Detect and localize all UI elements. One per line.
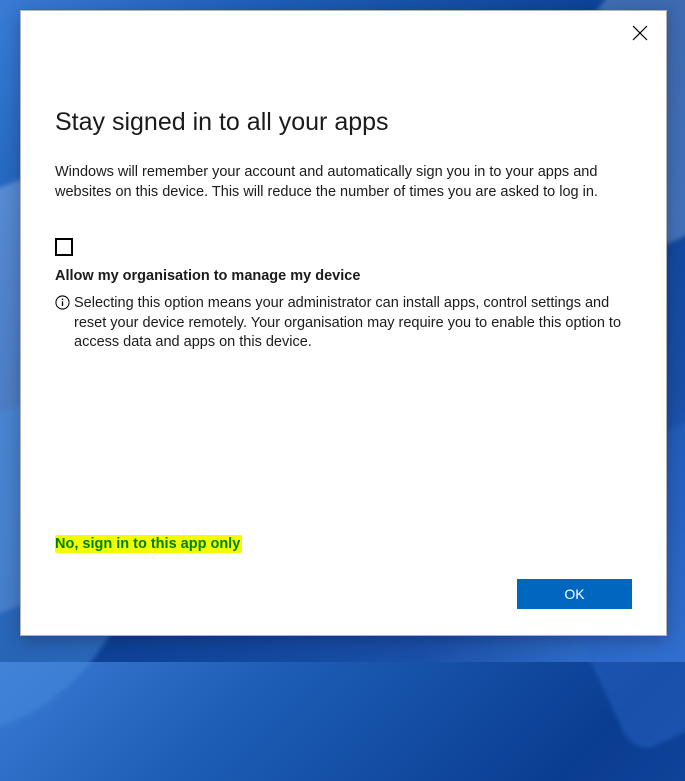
dialog-title: Stay signed in to all your apps: [55, 107, 632, 137]
info-text: Selecting this option means your adminis…: [74, 294, 632, 353]
close-icon: [632, 25, 648, 41]
info-text-row: Selecting this option means your adminis…: [55, 294, 632, 353]
dialog-description: Windows will remember your account and a…: [55, 163, 632, 202]
allow-manage-label: Allow my organisation to manage my devic…: [55, 268, 632, 284]
link-highlight: No, sign in to this app only: [55, 535, 242, 553]
sign-in-app-only-link[interactable]: No, sign in to this app only: [55, 536, 240, 552]
ok-button[interactable]: OK: [517, 579, 632, 609]
close-button[interactable]: [632, 25, 648, 41]
allow-manage-checkbox[interactable]: [55, 238, 73, 256]
stay-signed-in-dialog: Stay signed in to all your apps Windows …: [20, 10, 667, 636]
info-icon: [55, 295, 70, 315]
